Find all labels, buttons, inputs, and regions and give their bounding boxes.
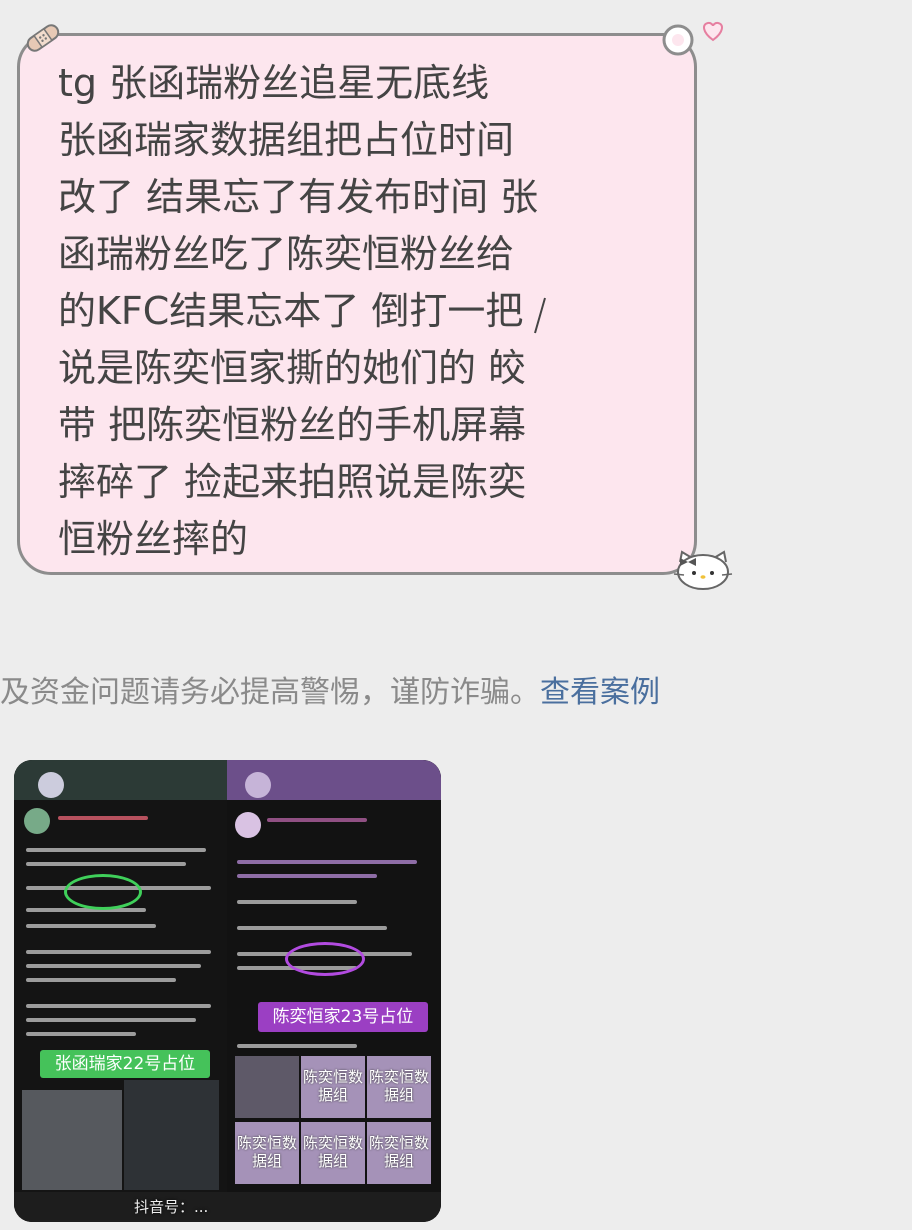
bandage-icon — [26, 24, 60, 52]
message-line: tg 张函瑞粉丝追星无底线 — [58, 61, 490, 105]
hello-kitty-icon — [673, 550, 733, 590]
message-line: 张函瑞家数据组把占位时间 — [58, 118, 515, 162]
fraud-warning-notice: 及资金问题请务必提高警惕，谨防诈骗。查看案例 — [0, 670, 660, 716]
redaction-scribble — [522, 260, 608, 381]
avatar — [38, 772, 64, 798]
heart-icon — [703, 21, 723, 42]
tile-label: 陈奕恒数据组 — [368, 1068, 429, 1104]
notice-text: 及资金问题请务必提高警惕，谨防诈骗。 — [0, 675, 540, 710]
message-line: 带 把陈奕恒粉丝的手机屏幕 — [58, 403, 527, 447]
message-line: 改了 结果忘了有发布时间 张 — [58, 175, 539, 219]
image-message[interactable]: 张函瑞家22号占位 陈奕恒家23号占位 陈奕恒数据组 陈奕恒数据组 陈奕恒数据组… — [14, 760, 441, 1222]
thumb-tile: 陈奕恒数据组 — [235, 1122, 299, 1184]
message-line: 摔碎了 捡起来拍照说是陈奕 — [58, 460, 527, 504]
thumb-tile: 陈奕恒数据组 — [367, 1122, 431, 1184]
tile-label: 陈奕恒数据组 — [302, 1068, 363, 1104]
avatar — [24, 808, 50, 834]
tile-label: 陈奕恒数据组 — [368, 1134, 429, 1170]
left-location-badge: 张函瑞家22号占位 — [40, 1050, 210, 1078]
douyin-watermark: 抖音号：... — [134, 1198, 209, 1216]
view-cases-link[interactable]: 查看案例 — [540, 675, 660, 710]
avatar — [245, 772, 271, 798]
avatar — [235, 812, 261, 838]
photo-thumb — [22, 1090, 122, 1190]
highlight-circle — [64, 874, 142, 910]
tile-label: 陈奕恒数据组 — [302, 1134, 363, 1170]
left-screenshot: 张函瑞家22号占位 — [14, 760, 227, 1222]
right-screenshot: 陈奕恒家23号占位 陈奕恒数据组 陈奕恒数据组 陈奕恒数据组 陈奕恒数据组 陈奕… — [227, 760, 441, 1222]
thumb-tile: 陈奕恒数据组 — [301, 1122, 365, 1184]
photo-thumb — [124, 1080, 219, 1190]
thumb-tile: 陈奕恒数据组 — [301, 1056, 365, 1118]
right-location-badge: 陈奕恒家23号占位 — [258, 1002, 428, 1032]
highlight-circle — [285, 942, 365, 976]
thumb-tile — [235, 1056, 299, 1118]
bear-ear-icon — [662, 24, 694, 56]
thumb-tile: 陈奕恒数据组 — [367, 1056, 431, 1118]
message-line: 恒粉丝摔的 — [58, 517, 249, 561]
tile-label: 陈奕恒数据组 — [236, 1134, 297, 1170]
right-action-bar — [227, 1192, 441, 1222]
